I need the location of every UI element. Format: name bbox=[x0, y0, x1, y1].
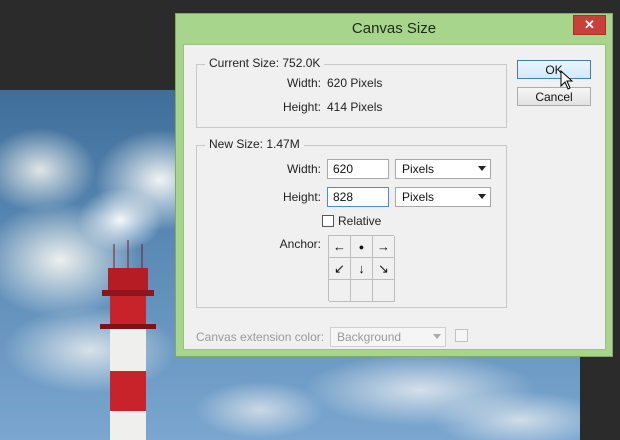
arrow-down-left-icon: ↙ bbox=[334, 260, 345, 276]
extension-color-label: Canvas extension color: bbox=[196, 330, 325, 344]
anchor-cell[interactable]: ↙ bbox=[329, 258, 351, 280]
cancel-button[interactable]: Cancel bbox=[517, 87, 591, 106]
new-size-legend: New Size: 1.47M bbox=[205, 137, 304, 151]
height-unit-select[interactable]: Pixels bbox=[395, 187, 491, 207]
chimney-illustration bbox=[100, 240, 156, 440]
anchor-cell[interactable]: ↓ bbox=[351, 258, 373, 280]
height-unit-value: Pixels bbox=[402, 190, 435, 204]
close-icon: ✕ bbox=[584, 17, 595, 32]
new-height-label: Height: bbox=[282, 190, 321, 204]
chevron-down-icon bbox=[433, 334, 441, 339]
current-size-legend: Current Size: 752.0K bbox=[205, 56, 325, 70]
chevron-down-icon bbox=[478, 166, 486, 171]
width-input[interactable]: 620 bbox=[327, 159, 389, 179]
anchor-cell[interactable]: ↘ bbox=[373, 258, 395, 280]
extension-color-value: Background bbox=[337, 330, 402, 344]
current-size-group: Current Size: 752.0K Width: 620 Pixels H… bbox=[196, 56, 507, 128]
anchor-cell[interactable] bbox=[373, 280, 395, 302]
arrow-down-icon: ↓ bbox=[358, 261, 365, 276]
current-width-value: 620 Pixels bbox=[327, 76, 383, 90]
title-bar[interactable]: Canvas Size ✕ bbox=[176, 14, 612, 44]
current-height-label: Height: bbox=[282, 100, 321, 114]
new-width-label: Width: bbox=[286, 162, 321, 176]
anchor-cell[interactable] bbox=[351, 280, 373, 302]
current-height-value: 414 Pixels bbox=[327, 100, 383, 114]
dot-icon: ● bbox=[358, 241, 365, 252]
anchor-cell[interactable]: ● bbox=[351, 236, 373, 258]
anchor-grid: ← ● → ↙ ↓ ↘ bbox=[328, 235, 395, 302]
anchor-label: Anchor: bbox=[279, 237, 321, 251]
dialog-title: Canvas Size bbox=[351, 20, 437, 37]
canvas-size-dialog: Canvas Size ✕ Current Size: 752.0K Width… bbox=[175, 13, 613, 357]
ok-button[interactable]: OK bbox=[517, 60, 591, 79]
width-unit-select[interactable]: Pixels bbox=[395, 159, 491, 179]
current-width-label: Width: bbox=[286, 76, 321, 90]
new-size-group: New Size: 1.47M Width: 620 Pixels Height… bbox=[196, 137, 507, 308]
chevron-down-icon bbox=[478, 194, 486, 199]
arrow-right-icon: → bbox=[377, 239, 390, 254]
close-button[interactable]: ✕ bbox=[573, 15, 606, 35]
extension-color-swatch[interactable] bbox=[455, 329, 468, 342]
mouse-cursor-icon bbox=[560, 70, 574, 90]
width-unit-value: Pixels bbox=[402, 162, 435, 176]
anchor-cell[interactable]: → bbox=[373, 236, 395, 258]
extension-color-select[interactable]: Background bbox=[330, 327, 446, 347]
relative-label[interactable]: Relative bbox=[338, 214, 381, 228]
relative-checkbox[interactable] bbox=[322, 215, 334, 227]
height-input[interactable]: 828 bbox=[327, 187, 389, 207]
arrow-left-icon: ← bbox=[333, 239, 346, 254]
anchor-cell[interactable] bbox=[329, 280, 351, 302]
arrow-down-right-icon: ↘ bbox=[378, 260, 389, 276]
dialog-body: Current Size: 752.0K Width: 620 Pixels H… bbox=[183, 44, 606, 350]
anchor-cell[interactable]: ← bbox=[329, 236, 351, 258]
